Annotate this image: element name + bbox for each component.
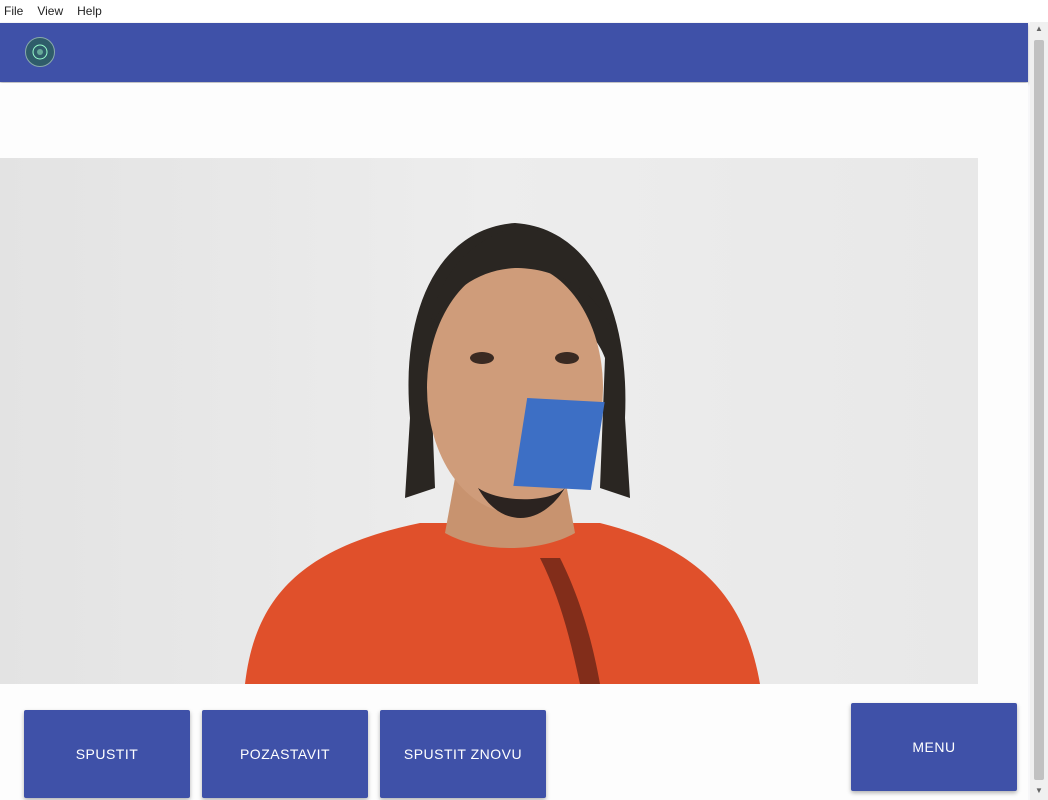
tracking-marker [513,398,605,490]
scroll-thumb[interactable] [1034,40,1044,780]
menu-file[interactable]: File [4,4,23,18]
menu-button[interactable]: MENU [851,703,1017,791]
vertical-scrollbar[interactable]: ▲ ▼ [1030,22,1048,800]
menu-help[interactable]: Help [77,4,102,18]
pause-button[interactable]: POZASTAVIT [202,710,368,798]
scroll-up-icon[interactable]: ▲ [1034,24,1044,34]
menu-view[interactable]: View [37,4,63,18]
video-feed [0,158,978,684]
app-logo-icon [25,37,55,67]
menu-bar: File View Help [0,0,1048,22]
scroll-down-icon[interactable]: ▼ [1034,786,1044,796]
app-header [0,23,1028,82]
start-button[interactable]: SPUSTIT [24,710,190,798]
restart-button[interactable]: SPUSTIT ZNOVU [380,710,546,798]
camera-image [245,223,760,684]
